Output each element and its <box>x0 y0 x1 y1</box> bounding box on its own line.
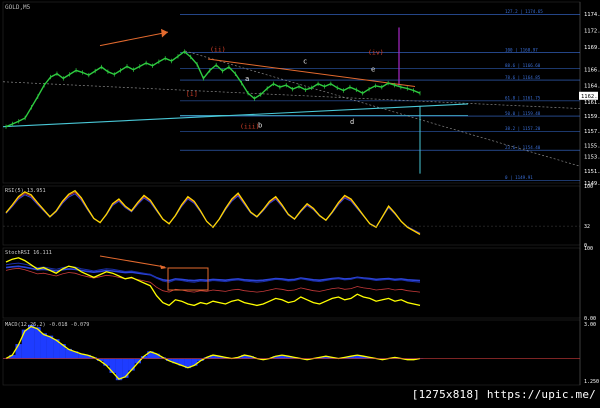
orange-resistance-line <box>208 59 415 86</box>
wave-label: (ii) <box>210 46 226 54</box>
macd-tick-label: 3.00 <box>584 322 596 328</box>
fib-level-label: 23.6 | 1154.40 <box>505 145 541 150</box>
wave-label: [i] <box>186 90 198 98</box>
price-tick-label: 1169.80 <box>584 45 600 51</box>
trading-chart[interactable]: 1174.70 1172.25 1169.80 1166.42 1164.02 1161.… <box>0 0 600 404</box>
fib-level-label: 38.2 | 1157.20 <box>505 126 541 131</box>
stoch-arrow-line <box>100 256 165 267</box>
fib-level-label: 50.0 | 1159.48 <box>505 111 541 116</box>
macd-histogram-bar <box>28 325 34 359</box>
price-tick-label: 1159.47 <box>584 114 600 120</box>
macd-tick-label: 1.250 <box>584 379 599 385</box>
rsi-tick-label: 100 <box>584 184 593 190</box>
fib-level-label: 88.6 | 1166.60 <box>505 63 541 68</box>
stoch-arrow-head <box>160 265 167 269</box>
macd-histogram-bar <box>15 344 21 358</box>
pane-border-0 <box>3 2 580 183</box>
wave-label: (iv) <box>368 48 384 56</box>
macd-histogram-bar <box>47 336 53 359</box>
price-tick-label: 1164.02 <box>584 84 600 90</box>
price-tick-label: 1161.62 <box>584 100 600 106</box>
macd-histogram-bar <box>22 330 28 359</box>
fib-level-label: 61.8 | 1161.75 <box>505 96 541 101</box>
symbol-title: GOLD,M5 <box>5 4 31 11</box>
letter-label: a <box>245 75 249 83</box>
price-tick-label: 1155.07 <box>584 144 600 150</box>
current-price-label: 1162.51 <box>581 94 600 100</box>
stoch-tick-label: 100 <box>584 246 593 252</box>
fib-level-label: 127.2 | 1174.65 <box>505 9 543 14</box>
pane-border-1 <box>3 186 580 245</box>
macd-title: MACD(12,26,2) -0.018 -0.079 <box>5 322 89 328</box>
price-tick-label: 1157.22 <box>584 129 600 135</box>
orange-arrow-line <box>100 32 168 45</box>
price-tick-label: 1174.70 <box>584 12 600 18</box>
dotted-trendline-upper <box>3 82 580 109</box>
letter-label: b <box>258 121 262 129</box>
letter-label: c <box>303 58 307 66</box>
macd-histogram-bar <box>41 333 47 358</box>
macd-histogram-bar <box>128 359 134 371</box>
wave-label: (iii) <box>240 123 260 131</box>
stoch-title: StochRSI 16.111 <box>5 250 52 256</box>
rsi-title: RSI(5) 13.951 <box>5 188 46 194</box>
fib-level-label: 78.6 | 1164.85 <box>505 75 541 80</box>
pane-border-2 <box>3 248 580 318</box>
orange-arrow-head <box>161 29 168 38</box>
letter-label: e <box>371 66 375 74</box>
fib-level-label: 0 | 1149.91 <box>505 175 533 180</box>
chart-svg: 1174.70 1172.25 1169.80 1166.42 1164.02 1161.… <box>0 0 600 404</box>
price-tick-label: 1151.27 <box>584 169 600 175</box>
letter-label: d <box>350 118 354 126</box>
macd-histogram-bar <box>34 327 40 358</box>
stoch-line-blue1 <box>6 266 420 280</box>
stoch-line-main <box>6 258 420 306</box>
fib-level-label: 100 | 1168.97 <box>505 47 538 52</box>
rsi-tick-label: 32 <box>584 224 590 230</box>
price-tick-label: 1153.42 <box>584 155 600 161</box>
watermark: [1275x818] https://upic.me/ <box>412 388 596 401</box>
pane-border-3 <box>3 320 580 385</box>
price-tick-label: 1166.42 <box>584 68 600 74</box>
price-tick-label: 1172.25 <box>584 28 600 34</box>
